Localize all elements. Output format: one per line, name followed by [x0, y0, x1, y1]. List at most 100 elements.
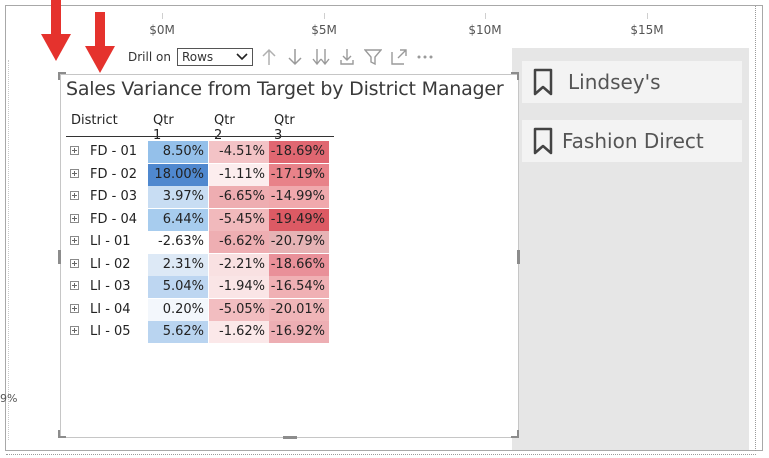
background-axis-label: 9%	[0, 392, 18, 405]
resize-handle[interactable]	[517, 250, 520, 264]
value-cell-q3: -20.79%	[269, 231, 329, 253]
column-header-qtr3[interactable]: Qtr 3	[274, 113, 295, 143]
district-cell: LI - 03	[90, 279, 131, 294]
expand-plus-icon[interactable]	[70, 236, 79, 245]
resize-handle[interactable]	[283, 436, 297, 439]
report-canvas: $0M $5M $10M $15M 9% Lindsey's Fashion D…	[0, 0, 769, 458]
value-cell-q2: -1.94%	[209, 276, 269, 298]
value-cell-q1: -2.63%	[148, 231, 208, 253]
more-options-icon[interactable]	[415, 47, 435, 67]
annotation-arrow-icon	[41, 0, 71, 61]
annotation-arrow-icon	[85, 12, 115, 73]
drill-on-select[interactable]: Rows	[176, 48, 253, 66]
column-header-qtr2[interactable]: Qtr 2	[214, 113, 235, 143]
value-cell-q3: -18.66%	[269, 253, 329, 276]
page-edge-bottom	[6, 454, 756, 455]
resize-handle[interactable]	[517, 430, 519, 438]
value-cell-q1: 5.62%	[148, 321, 208, 343]
axis-tick-label: $5M	[311, 23, 337, 37]
axis-tick	[162, 13, 163, 19]
axis-tick-label: $10M	[468, 23, 502, 37]
column-header-qtr1[interactable]: Qtr 1	[153, 113, 174, 143]
district-cell: LI - 02	[90, 256, 131, 272]
district-cell: LI - 05	[90, 324, 131, 339]
value-cell-q1: 8.50%	[148, 141, 208, 163]
header-divider	[66, 136, 334, 137]
bookmark-card-label: Fashion Direct	[562, 129, 704, 153]
bookmark-card-label: Lindsey's	[568, 70, 661, 94]
value-cell-q1: 18.00%	[148, 163, 208, 186]
axis-tick	[647, 13, 648, 19]
bookmark-panel	[512, 48, 749, 450]
expand-plus-icon[interactable]	[70, 191, 79, 200]
bookmark-icon	[532, 127, 554, 155]
table-row[interactable]: LI - 01 -2.63% -6.62% -20.79%	[66, 231, 334, 253]
drill-up-icon[interactable]	[259, 47, 279, 67]
axis-tick	[485, 13, 486, 19]
expand-plus-icon[interactable]	[70, 258, 79, 268]
table-row[interactable]: LI - 04 0.20% -5.05% -20.01%	[66, 298, 334, 321]
expand-plus-icon[interactable]	[70, 213, 79, 223]
focus-mode-icon[interactable]	[389, 47, 409, 67]
value-cell-q3: -16.54%	[269, 276, 329, 298]
table-row[interactable]: FD - 01 8.50% -4.51% -18.69%	[66, 141, 334, 163]
value-cell-q2: -4.51%	[209, 141, 269, 163]
resize-handle[interactable]	[58, 250, 61, 264]
value-cell-q1: 2.31%	[148, 253, 208, 276]
district-cell: FD - 03	[90, 189, 137, 204]
table-row[interactable]: LI - 02 2.31% -2.21% -18.66%	[66, 253, 334, 276]
filter-icon[interactable]	[363, 47, 383, 67]
bookmark-card-fashion-direct[interactable]: Fashion Direct	[522, 120, 742, 162]
bookmark-card-lindseys[interactable]: Lindsey's	[522, 61, 742, 103]
value-cell-q2: -2.21%	[209, 253, 269, 276]
axis-tick-label: $15M	[630, 23, 664, 37]
expand-plus-icon[interactable]	[70, 146, 79, 155]
table-row[interactable]: FD - 03 3.97% -6.65% -14.99%	[66, 186, 334, 208]
table-row[interactable]: FD - 04 6.44% -5.45% -19.49%	[66, 208, 334, 231]
background-chart-edge	[8, 60, 9, 440]
district-cell: LI - 04	[90, 301, 131, 317]
district-cell: FD - 01	[90, 144, 137, 159]
value-cell-q1: 3.97%	[148, 186, 208, 208]
value-cell-q2: -1.62%	[209, 321, 269, 343]
value-cell-q3: -16.92%	[269, 321, 329, 343]
value-cell-q2: -6.62%	[209, 231, 269, 253]
value-cell-q3: -17.19%	[269, 163, 329, 186]
axis-tick	[324, 13, 325, 19]
expand-plus-icon[interactable]	[70, 281, 79, 290]
drill-down-icon[interactable]	[285, 47, 305, 67]
axis-tick-label: $0M	[149, 23, 175, 37]
go-to-next-level-icon[interactable]	[311, 47, 331, 67]
drill-on-value: Rows	[181, 50, 214, 64]
expand-plus-icon[interactable]	[70, 326, 79, 335]
column-header-district[interactable]: District	[71, 113, 118, 128]
value-cell-q2: -6.65%	[209, 186, 269, 208]
district-cell: LI - 01	[90, 234, 131, 249]
expand-plus-icon[interactable]	[70, 168, 79, 178]
value-cell-q2: -5.05%	[209, 298, 269, 321]
value-cell-q1: 0.20%	[148, 298, 208, 321]
bookmark-icon	[532, 68, 554, 96]
expand-plus-icon[interactable]	[70, 303, 79, 313]
value-cell-q1: 5.04%	[148, 276, 208, 298]
value-cell-q1: 6.44%	[148, 208, 208, 231]
value-cell-q3: -18.69%	[269, 141, 329, 163]
drill-on-label: Drill on	[128, 50, 171, 64]
table-row[interactable]: LI - 03 5.04% -1.94% -16.54%	[66, 276, 334, 298]
value-cell-q3: -14.99%	[269, 186, 329, 208]
chevron-down-icon	[236, 53, 248, 61]
resize-handle[interactable]	[58, 430, 60, 438]
visual-header-toolbar: Drill on Rows	[128, 44, 435, 70]
value-cell-q3: -20.01%	[269, 298, 329, 321]
district-cell: FD - 02	[90, 166, 137, 182]
value-cell-q2: -5.45%	[209, 208, 269, 231]
table-row[interactable]: LI - 05 5.62% -1.62% -16.92%	[66, 321, 334, 343]
district-cell: FD - 04	[90, 211, 137, 227]
value-cell-q2: -1.11%	[209, 163, 269, 186]
background-chart-axis: $0M $5M $10M $15M	[6, 6, 746, 46]
resize-handle[interactable]	[58, 72, 60, 80]
value-cell-q3: -19.49%	[269, 208, 329, 231]
table-row[interactable]: FD - 02 18.00% -1.11% -17.19%	[66, 163, 334, 186]
resize-handle[interactable]	[517, 72, 519, 80]
expand-next-level-icon[interactable]	[337, 47, 357, 67]
